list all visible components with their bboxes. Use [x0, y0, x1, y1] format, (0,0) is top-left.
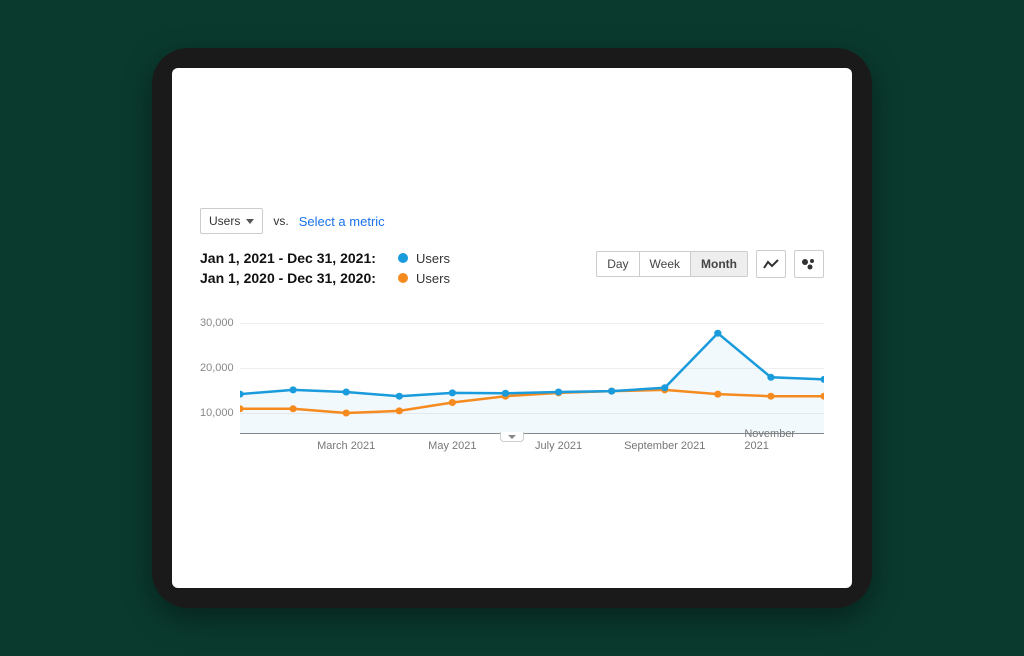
legend-series-name: Users	[416, 271, 450, 286]
granularity-day[interactable]: Day	[597, 252, 638, 276]
x-tick-label: November 2021	[744, 428, 797, 452]
granularity-month[interactable]: Month	[690, 252, 747, 276]
chart-area: 30,000 20,000 10,000 March 2021 May 2021…	[200, 308, 824, 458]
select-metric-link[interactable]: Select a metric	[299, 214, 385, 229]
metric-selector-row: Users vs. Select a metric	[200, 208, 824, 234]
chart-svg	[240, 308, 824, 434]
y-tick-label: 10,000	[200, 407, 234, 419]
x-tick-label: September 2021	[624, 440, 705, 452]
legend-series-name: Users	[416, 251, 450, 266]
granularity-week[interactable]: Week	[639, 252, 690, 276]
legend-range-2020: Jan 1, 2020 - Dec 31, 2020:	[200, 270, 390, 286]
screen: Users vs. Select a metric Jan 1, 2021 - …	[172, 68, 852, 588]
granularity-segmented: Day Week Month	[596, 251, 748, 277]
vs-label: vs.	[273, 214, 288, 228]
line-chart-icon	[763, 258, 779, 270]
legend-item-2021: Jan 1, 2021 - Dec 31, 2021: Users	[200, 250, 450, 266]
legend-dot-icon	[398, 253, 408, 263]
bubble-chart-icon	[801, 257, 817, 271]
x-tick-label: March 2021	[317, 440, 375, 452]
legend-item-2020: Jan 1, 2020 - Dec 31, 2020: Users	[200, 270, 450, 286]
chart-legend: Jan 1, 2021 - Dec 31, 2021: Users Jan 1,…	[200, 250, 450, 290]
chart-controls: Day Week Month	[596, 250, 824, 278]
analytics-panel: Users vs. Select a metric Jan 1, 2021 - …	[172, 208, 852, 458]
expand-chart-toggle[interactable]	[500, 432, 524, 442]
legend-and-controls: Jan 1, 2021 - Dec 31, 2021: Users Jan 1,…	[200, 250, 824, 290]
legend-range-2021: Jan 1, 2021 - Dec 31, 2021:	[200, 250, 390, 266]
y-tick-label: 20,000	[200, 362, 234, 374]
metric-dropdown-label: Users	[209, 214, 240, 228]
x-tick-label: May 2021	[428, 440, 476, 452]
line-chart-type-button[interactable]	[756, 250, 786, 278]
chevron-down-icon	[246, 219, 254, 224]
tablet-frame: Users vs. Select a metric Jan 1, 2021 - …	[152, 48, 872, 608]
motion-chart-type-button[interactable]	[794, 250, 824, 278]
legend-dot-icon	[398, 273, 408, 283]
x-tick-label: July 2021	[535, 440, 582, 452]
metric-dropdown[interactable]: Users	[200, 208, 263, 234]
y-tick-label: 30,000	[200, 317, 234, 329]
